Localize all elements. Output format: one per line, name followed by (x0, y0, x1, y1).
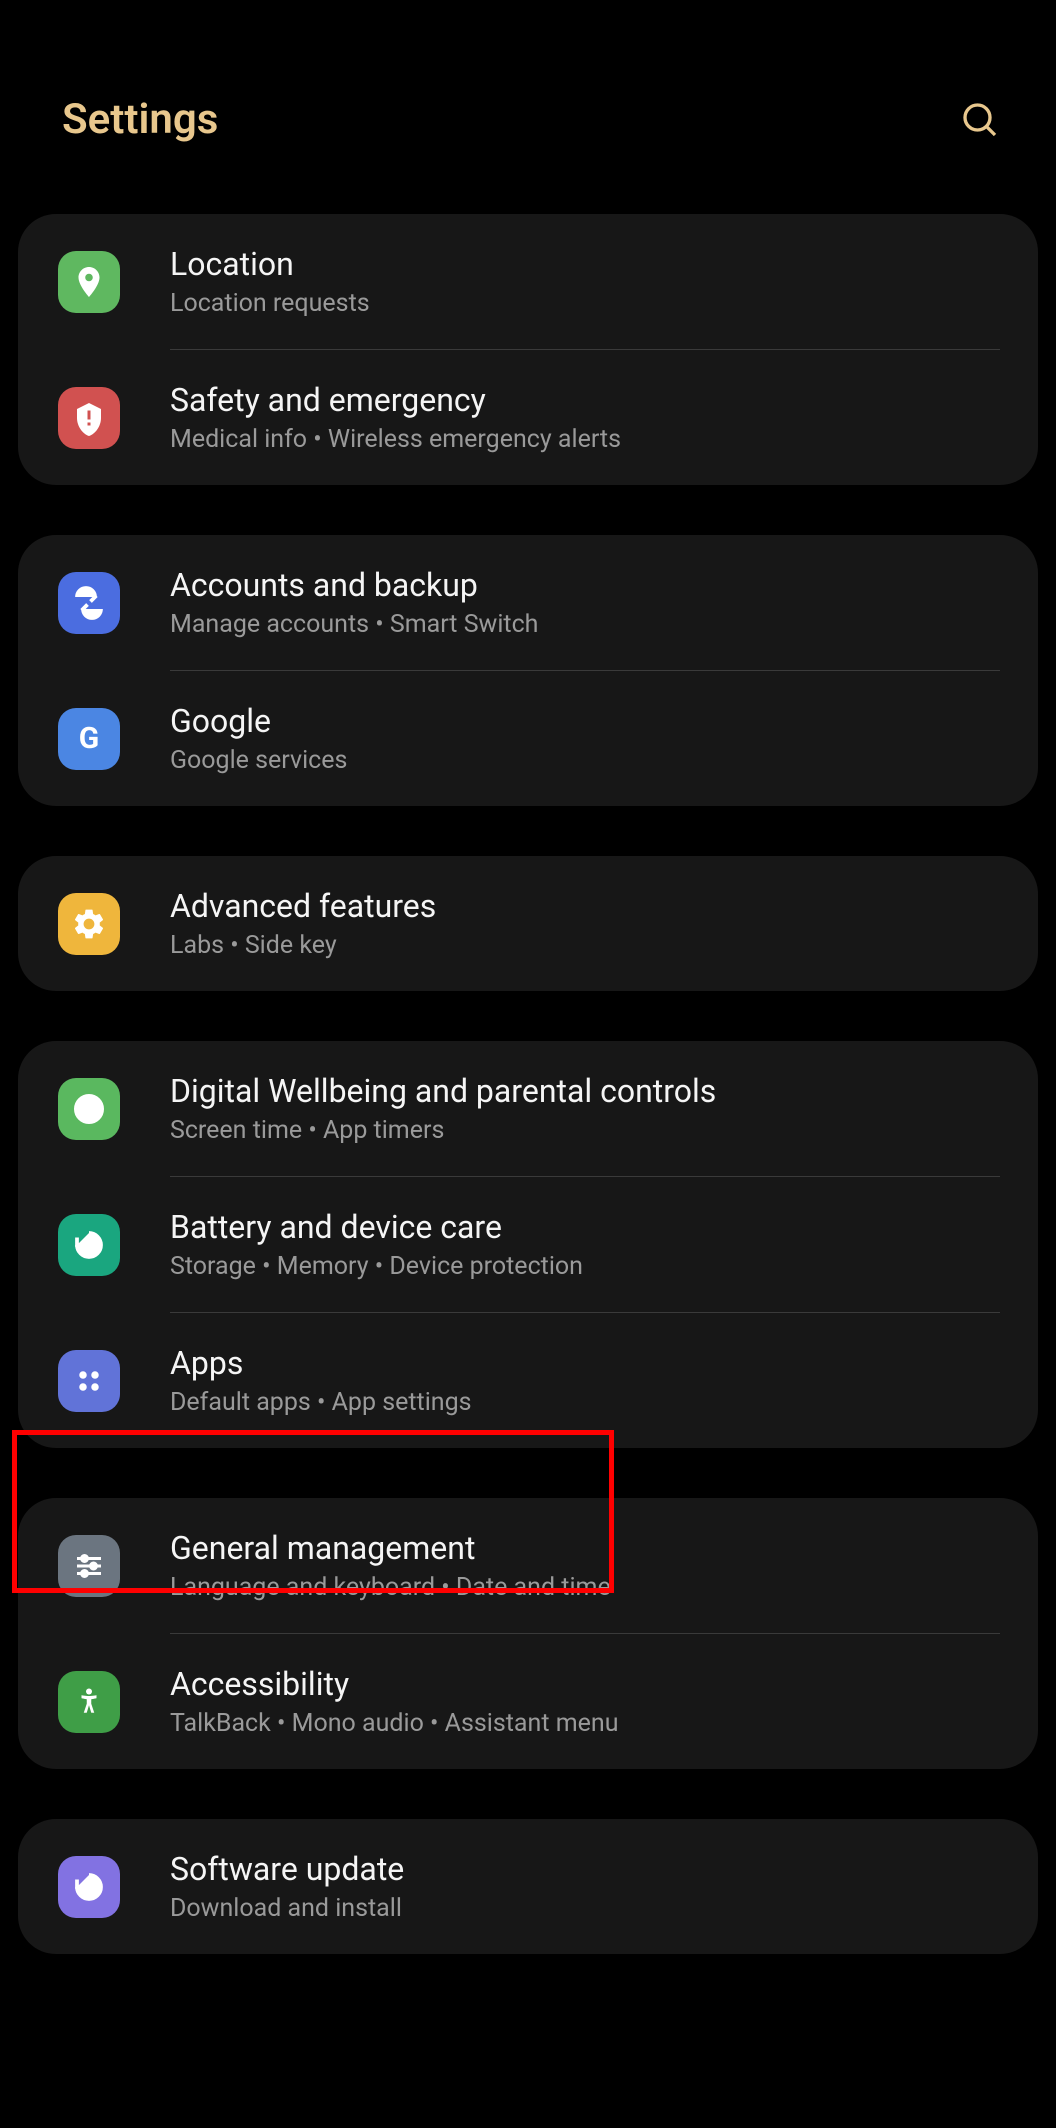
settings-item-software[interactable]: Software update Download and install (18, 1819, 1038, 1954)
settings-item-accounts[interactable]: Accounts and backup Manage accounts • Sma… (18, 535, 1038, 670)
item-content: Digital Wellbeing and parental controls S… (170, 1072, 998, 1145)
item-subtitle: Labs • Side key (170, 931, 998, 960)
item-subtitle: Screen time • App timers (170, 1116, 998, 1145)
item-content: Safety and emergency Medical info • Wirel… (170, 381, 998, 454)
settings-item-battery[interactable]: Battery and device care Storage • Memory … (18, 1177, 1038, 1312)
item-subtitle: Download and install (170, 1894, 998, 1923)
settings-item-advanced[interactable]: Advanced features Labs • Side key (18, 856, 1038, 991)
general-icon (58, 1535, 120, 1597)
accessibility-icon (58, 1671, 120, 1733)
location-icon (58, 251, 120, 313)
settings-item-general[interactable]: General management Language and keyboard … (18, 1498, 1038, 1633)
accounts-icon (58, 572, 120, 634)
settings-item-safety[interactable]: Safety and emergency Medical info • Wirel… (18, 350, 1038, 485)
item-subtitle: Location requests (170, 289, 998, 318)
item-title: Location (170, 245, 998, 283)
item-title: Digital Wellbeing and parental controls (170, 1072, 998, 1110)
item-content: General management Language and keyboard … (170, 1529, 998, 1602)
wellbeing-icon (58, 1078, 120, 1140)
item-content: Advanced features Labs • Side key (170, 887, 998, 960)
item-content: Accessibility TalkBack • Mono audio • Ass… (170, 1665, 998, 1738)
item-title: Accounts and backup (170, 566, 998, 604)
item-title: Software update (170, 1850, 998, 1888)
advanced-icon (58, 893, 120, 955)
item-title: Safety and emergency (170, 381, 998, 419)
item-title: Battery and device care (170, 1208, 998, 1246)
safety-icon (58, 387, 120, 449)
item-subtitle: TalkBack • Mono audio • Assistant menu (170, 1709, 998, 1738)
item-content: Google Google services (170, 702, 998, 775)
item-title: Google (170, 702, 998, 740)
item-content: Accounts and backup Manage accounts • Sma… (170, 566, 998, 639)
item-subtitle: Default apps • App settings (170, 1388, 998, 1417)
settings-item-location[interactable]: Location Location requests (18, 214, 1038, 349)
item-content: Location Location requests (170, 245, 998, 318)
item-content: Software update Download and install (170, 1850, 998, 1923)
settings-group: Accounts and backup Manage accounts • Sma… (18, 535, 1038, 806)
item-title: Accessibility (170, 1665, 998, 1703)
settings-item-accessibility[interactable]: Accessibility TalkBack • Mono audio • Ass… (18, 1634, 1038, 1769)
settings-group: General management Language and keyboard … (18, 1498, 1038, 1769)
settings-group: Location Location requests Safety and emer… (18, 214, 1038, 485)
settings-group: Advanced features Labs • Side key (18, 856, 1038, 991)
item-subtitle: Storage • Memory • Device protection (170, 1252, 998, 1281)
item-subtitle: Google services (170, 746, 998, 775)
settings-group: Software update Download and install (18, 1819, 1038, 1954)
item-subtitle: Manage accounts • Smart Switch (170, 610, 998, 639)
settings-group: Digital Wellbeing and parental controls S… (18, 1041, 1038, 1448)
google-icon: G (58, 708, 120, 770)
search-icon[interactable] (960, 100, 1000, 140)
settings-header: Settings (0, 0, 1056, 214)
item-subtitle: Medical info • Wireless emergency alerts (170, 425, 998, 454)
battery-icon (58, 1214, 120, 1276)
settings-item-wellbeing[interactable]: Digital Wellbeing and parental controls S… (18, 1041, 1038, 1176)
item-content: Battery and device care Storage • Memory … (170, 1208, 998, 1281)
item-subtitle: Language and keyboard • Date and time (170, 1573, 998, 1602)
page-title: Settings (62, 95, 218, 144)
item-title: General management (170, 1529, 998, 1567)
item-content: Apps Default apps • App settings (170, 1344, 998, 1417)
settings-item-apps[interactable]: Apps Default apps • App settings (18, 1313, 1038, 1448)
item-title: Advanced features (170, 887, 998, 925)
settings-item-google[interactable]: G Google Google services (18, 671, 1038, 806)
svg-text:G: G (79, 721, 99, 756)
software-icon (58, 1856, 120, 1918)
item-title: Apps (170, 1344, 998, 1382)
apps-icon (58, 1350, 120, 1412)
